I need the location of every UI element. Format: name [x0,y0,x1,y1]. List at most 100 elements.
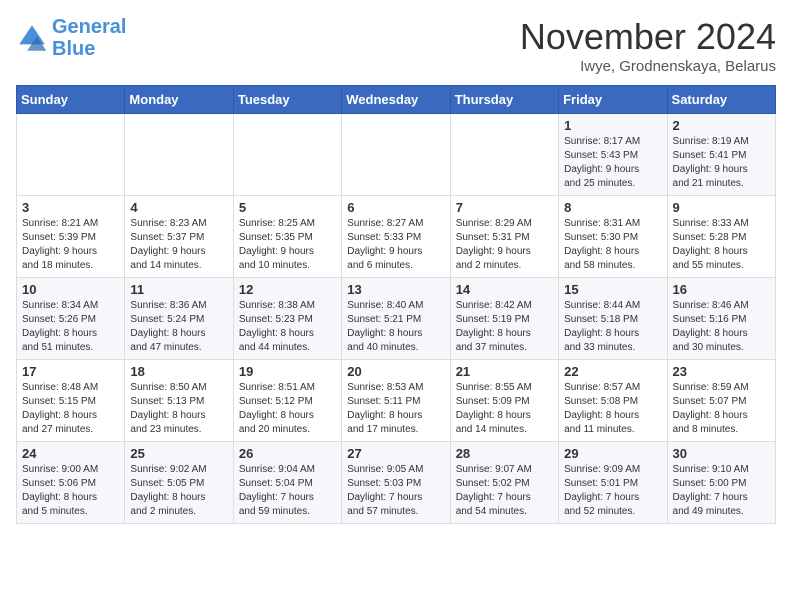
logo-text: General Blue [52,16,126,60]
day-cell: 4 Sunrise: 8:23 AM Sunset: 5:37 PM Daylig… [125,196,233,278]
day-number: 12 [239,282,336,297]
day-info: Sunrise: 8:19 AM Sunset: 5:41 PM Dayligh… [673,135,770,191]
logo-line1: General [52,16,126,38]
header: General Blue November 2024 Iwye, Grodnen… [16,16,776,75]
day-number: 17 [22,364,119,379]
logo: General Blue [16,16,126,60]
day-cell: 28 Sunrise: 9:07 AM Sunset: 5:02 PM Dayli… [450,442,558,524]
day-number: 11 [130,282,227,297]
day-info: Sunrise: 8:50 AM Sunset: 5:13 PM Dayligh… [130,381,227,437]
logo-line2: Blue [52,38,95,60]
day-number: 14 [456,282,553,297]
logo-icon [16,22,48,54]
day-info: Sunrise: 9:02 AM Sunset: 5:05 PM Dayligh… [130,463,227,519]
day-cell: 10 Sunrise: 8:34 AM Sunset: 5:26 PM Dayli… [17,278,125,360]
day-info: Sunrise: 8:38 AM Sunset: 5:23 PM Dayligh… [239,299,336,355]
calendar-table: SundayMondayTuesdayWednesdayThursdayFrid… [16,85,776,524]
header-friday: Friday [559,86,667,114]
day-cell: 30Sunrise: 9:10 AM Sunset: 5:00 PM Dayli… [667,442,775,524]
day-number: 2 [673,118,770,133]
day-cell: 8 Sunrise: 8:31 AM Sunset: 5:30 PM Daylig… [559,196,667,278]
day-number: 20 [347,364,444,379]
header-wednesday: Wednesday [342,86,450,114]
header-saturday: Saturday [667,86,775,114]
day-number: 8 [564,200,661,215]
header-sunday: Sunday [17,86,125,114]
day-number: 19 [239,364,336,379]
week-row-4: 24 Sunrise: 9:00 AM Sunset: 5:06 PM Dayli… [17,442,776,524]
header-tuesday: Tuesday [233,86,341,114]
day-number: 1 [564,118,661,133]
day-info: Sunrise: 8:59 AM Sunset: 5:07 PM Dayligh… [673,381,770,437]
day-info: Sunrise: 8:53 AM Sunset: 5:11 PM Dayligh… [347,381,444,437]
day-number: 4 [130,200,227,215]
day-number: 27 [347,446,444,461]
day-cell: 17 Sunrise: 8:48 AM Sunset: 5:15 PM Dayli… [17,360,125,442]
day-cell: 21 Sunrise: 8:55 AM Sunset: 5:09 PM Dayli… [450,360,558,442]
month-title: November 2024 [520,16,776,58]
day-cell: 29 Sunrise: 9:09 AM Sunset: 5:01 PM Dayli… [559,442,667,524]
day-cell: 13Sunrise: 8:40 AM Sunset: 5:21 PM Dayli… [342,278,450,360]
day-info: Sunrise: 8:42 AM Sunset: 5:19 PM Dayligh… [456,299,553,355]
day-info: Sunrise: 9:00 AM Sunset: 5:06 PM Dayligh… [22,463,119,519]
day-cell: 7Sunrise: 8:29 AM Sunset: 5:31 PM Daylig… [450,196,558,278]
day-cell [450,114,558,196]
day-cell: 15 Sunrise: 8:44 AM Sunset: 5:18 PM Dayli… [559,278,667,360]
day-info: Sunrise: 8:31 AM Sunset: 5:30 PM Dayligh… [564,217,661,273]
day-info: Sunrise: 8:57 AM Sunset: 5:08 PM Dayligh… [564,381,661,437]
week-row-1: 3 Sunrise: 8:21 AM Sunset: 5:39 PM Daylig… [17,196,776,278]
day-number: 23 [673,364,770,379]
day-cell: 25 Sunrise: 9:02 AM Sunset: 5:05 PM Dayli… [125,442,233,524]
day-number: 5 [239,200,336,215]
day-info: Sunrise: 8:33 AM Sunset: 5:28 PM Dayligh… [673,217,770,273]
day-cell: 6Sunrise: 8:27 AM Sunset: 5:33 PM Daylig… [342,196,450,278]
day-number: 29 [564,446,661,461]
day-cell: 24 Sunrise: 9:00 AM Sunset: 5:06 PM Dayli… [17,442,125,524]
day-cell: 23 Sunrise: 8:59 AM Sunset: 5:07 PM Dayli… [667,360,775,442]
day-info: Sunrise: 8:21 AM Sunset: 5:39 PM Dayligh… [22,217,119,273]
day-info: Sunrise: 8:51 AM Sunset: 5:12 PM Dayligh… [239,381,336,437]
day-cell: 11Sunrise: 8:36 AM Sunset: 5:24 PM Dayli… [125,278,233,360]
day-number: 25 [130,446,227,461]
day-number: 24 [22,446,119,461]
day-cell: 18 Sunrise: 8:50 AM Sunset: 5:13 PM Dayli… [125,360,233,442]
day-info: Sunrise: 9:04 AM Sunset: 5:04 PM Dayligh… [239,463,336,519]
day-info: Sunrise: 9:07 AM Sunset: 5:02 PM Dayligh… [456,463,553,519]
day-number: 10 [22,282,119,297]
day-info: Sunrise: 9:09 AM Sunset: 5:01 PM Dayligh… [564,463,661,519]
day-number: 30 [673,446,770,461]
day-number: 22 [564,364,661,379]
day-info: Sunrise: 8:34 AM Sunset: 5:26 PM Dayligh… [22,299,119,355]
day-info: Sunrise: 8:46 AM Sunset: 5:16 PM Dayligh… [673,299,770,355]
day-number: 21 [456,364,553,379]
subtitle: Iwye, Grodnenskaya, Belarus [520,58,776,75]
day-cell [342,114,450,196]
day-number: 15 [564,282,661,297]
header-thursday: Thursday [450,86,558,114]
day-cell: 9 Sunrise: 8:33 AM Sunset: 5:28 PM Daylig… [667,196,775,278]
header-monday: Monday [125,86,233,114]
day-number: 18 [130,364,227,379]
day-cell: 26 Sunrise: 9:04 AM Sunset: 5:04 PM Dayli… [233,442,341,524]
day-info: Sunrise: 8:55 AM Sunset: 5:09 PM Dayligh… [456,381,553,437]
day-cell: 14 Sunrise: 8:42 AM Sunset: 5:19 PM Dayli… [450,278,558,360]
day-cell: 20 Sunrise: 8:53 AM Sunset: 5:11 PM Dayli… [342,360,450,442]
calendar-header-row: SundayMondayTuesdayWednesdayThursdayFrid… [17,86,776,114]
day-number: 28 [456,446,553,461]
day-number: 16 [673,282,770,297]
day-cell: 27Sunrise: 9:05 AM Sunset: 5:03 PM Dayli… [342,442,450,524]
day-number: 3 [22,200,119,215]
day-info: Sunrise: 8:48 AM Sunset: 5:15 PM Dayligh… [22,381,119,437]
day-cell: 3 Sunrise: 8:21 AM Sunset: 5:39 PM Daylig… [17,196,125,278]
day-info: Sunrise: 8:29 AM Sunset: 5:31 PM Dayligh… [456,217,553,273]
day-cell: 12 Sunrise: 8:38 AM Sunset: 5:23 PM Dayli… [233,278,341,360]
day-info: Sunrise: 8:17 AM Sunset: 5:43 PM Dayligh… [564,135,661,191]
title-area: November 2024 Iwye, Grodnenskaya, Belaru… [520,16,776,75]
day-info: Sunrise: 8:25 AM Sunset: 5:35 PM Dayligh… [239,217,336,273]
day-info: Sunrise: 8:23 AM Sunset: 5:37 PM Dayligh… [130,217,227,273]
day-info: Sunrise: 8:44 AM Sunset: 5:18 PM Dayligh… [564,299,661,355]
day-number: 9 [673,200,770,215]
day-cell [17,114,125,196]
week-row-2: 10 Sunrise: 8:34 AM Sunset: 5:26 PM Dayli… [17,278,776,360]
day-number: 26 [239,446,336,461]
